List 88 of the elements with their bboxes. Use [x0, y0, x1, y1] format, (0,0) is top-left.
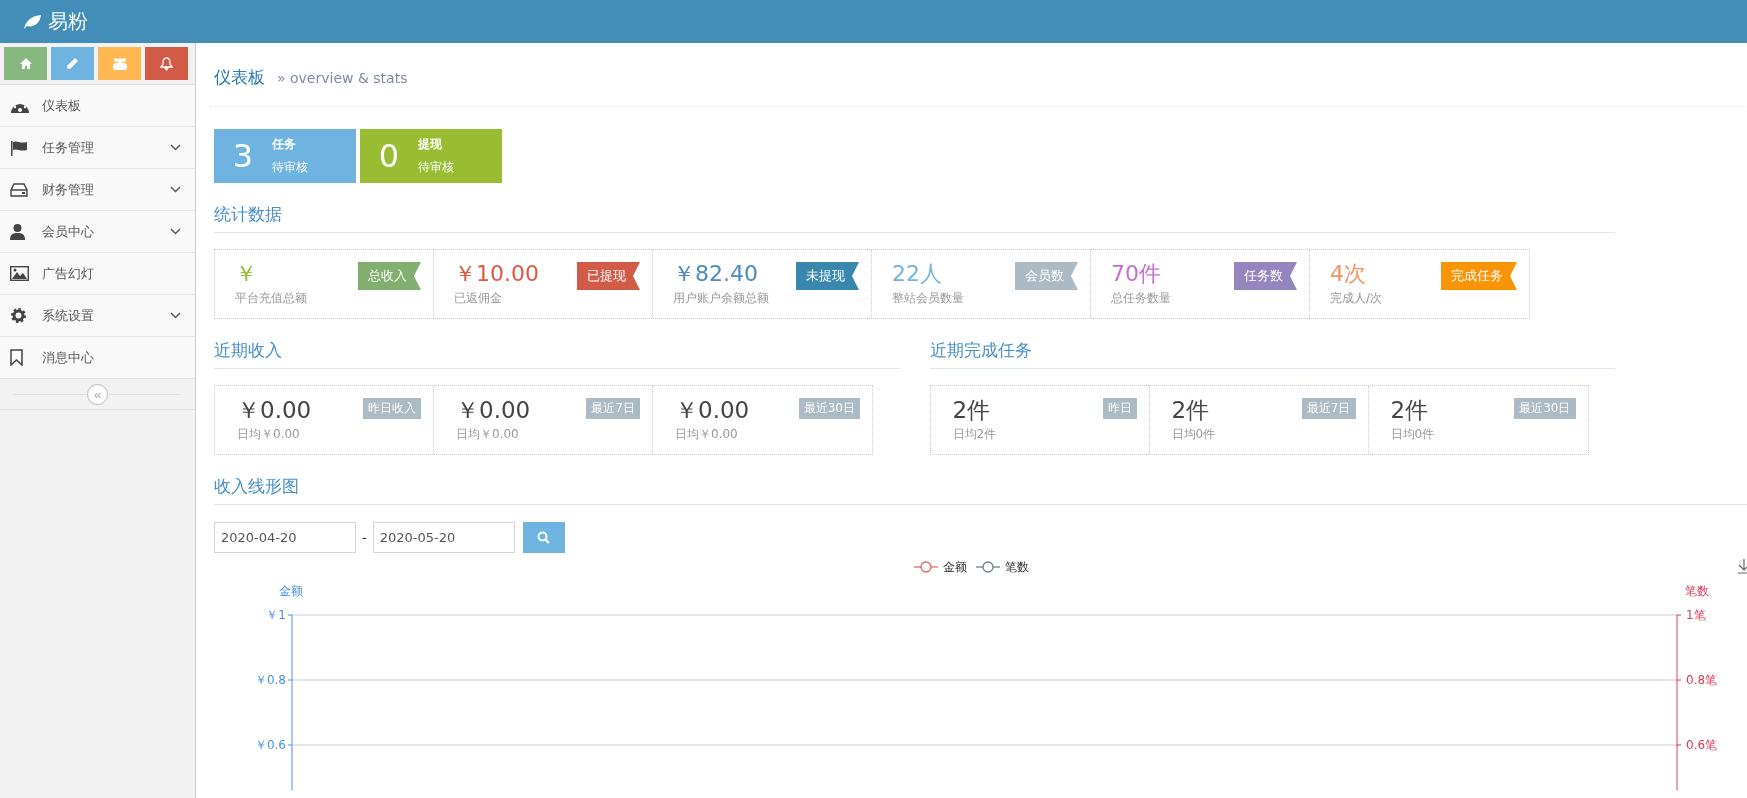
leaf-icon: [22, 13, 42, 30]
legend-label: 笔数: [1005, 560, 1029, 574]
tick-label: ￥0.6: [254, 738, 286, 752]
summary-caption: 日均2件: [952, 426, 997, 443]
summary-value: ￥0.00: [675, 396, 750, 424]
bell-icon: [160, 56, 173, 71]
period-tag: 昨日: [1102, 398, 1137, 419]
stat-caption: 完成人/次: [1330, 290, 1383, 307]
period-tag: 最近30日: [1514, 398, 1576, 419]
section-heading: 近期收入: [214, 319, 900, 369]
summary-value: ￥0.00: [237, 396, 312, 424]
pending-count: 0: [377, 137, 401, 175]
section-heading: 收入线形图: [214, 455, 1747, 505]
app-name[interactable]: 易粉: [48, 8, 88, 35]
period-tag: 最近7日: [1301, 398, 1356, 419]
end-date-field[interactable]: 2020-05-20: [372, 522, 515, 553]
settings-icon: [10, 307, 27, 324]
stat-tag: 未提现: [796, 262, 859, 290]
user-icon: [10, 223, 25, 240]
tick-label: ￥0.8: [254, 673, 286, 687]
stat-value: 70件: [1111, 260, 1162, 288]
period-tag: 昨日收入: [363, 398, 421, 419]
sidebar-item[interactable]: 仪表板: [0, 85, 195, 127]
sidebar-item[interactable]: 财务管理: [0, 169, 195, 211]
axis-title: 金额: [279, 584, 303, 598]
legend-item[interactable]: 金额: [913, 560, 967, 574]
stat-value: 4次: [1330, 260, 1367, 288]
drive-icon: [10, 182, 28, 197]
pending-status: 待审核: [418, 159, 454, 176]
stat-caption: 整站会员数量: [892, 290, 964, 307]
pending-status: 待审核: [272, 159, 308, 176]
search-icon: [537, 531, 551, 544]
sidebar-item[interactable]: 会员中心: [0, 211, 195, 253]
pending-label: 提现: [418, 136, 443, 153]
summary-caption: 日均￥0.00: [456, 426, 520, 443]
tick-label: ￥1: [266, 608, 286, 622]
shortcut-button[interactable]: [51, 47, 94, 80]
stat-caption: 用户账户余额总额: [673, 290, 769, 307]
shortcut-button[interactable]: [98, 47, 141, 80]
start-date-field[interactable]: 2020-04-20: [214, 522, 356, 553]
section-heading: 近期完成任务: [929, 319, 1615, 369]
stat-tag: 已提现: [577, 262, 640, 290]
summary-caption: 日均0件: [1171, 426, 1216, 443]
axis-title: 笔数: [1685, 584, 1709, 598]
page-title: 仪表板: [214, 66, 265, 89]
summary-caption: 日均0件: [1390, 426, 1435, 443]
stat-tag: 会员数: [1015, 262, 1078, 290]
summary-value: 2件: [1390, 396, 1430, 424]
stat-caption: 平台充值总额: [235, 290, 307, 307]
pending-label: 任务: [272, 136, 297, 153]
stat-value: ￥: [235, 260, 258, 288]
pencil-icon: [66, 57, 79, 70]
stat-caption: 总任务数量: [1111, 290, 1171, 307]
home-icon: [19, 58, 32, 69]
sidebar-item[interactable]: 消息中心: [0, 337, 195, 379]
tick-label: 1笔: [1686, 608, 1706, 622]
stat-value: 22人: [892, 260, 943, 288]
tick-label: 0.8笔: [1686, 673, 1718, 687]
download-icon[interactable]: [1737, 558, 1747, 574]
sidebar-item[interactable]: 系统设置: [0, 295, 195, 337]
stat-tag: 总收入: [358, 262, 421, 290]
legend-item[interactable]: 笔数: [975, 560, 1029, 574]
stat-tag: 任务数: [1234, 262, 1297, 290]
summary-value: 2件: [952, 396, 992, 424]
summary-caption: 日均￥0.00: [675, 426, 739, 443]
period-tag: 最近7日: [586, 398, 640, 419]
sidebar-item[interactable]: 任务管理: [0, 127, 195, 169]
shortcut-button[interactable]: [145, 47, 188, 80]
summary-caption: 日均￥0.00: [237, 426, 301, 443]
stat-tag: 完成任务: [1441, 262, 1517, 290]
summary-value: ￥0.00: [456, 396, 531, 424]
stat-value: ￥10.00: [454, 260, 539, 288]
shortcut-button[interactable]: [4, 47, 47, 80]
stat-value: ￥82.40: [673, 260, 759, 288]
pending-count: 3: [231, 137, 255, 175]
legend-label: 金额: [943, 560, 967, 574]
bookmark-icon: [10, 349, 23, 366]
stat-caption: 已返佣金: [454, 290, 503, 307]
image-icon: [10, 266, 29, 281]
search-button[interactable]: [522, 522, 565, 553]
section-heading: 统计数据: [214, 183, 1615, 233]
tick-label: 0.6笔: [1686, 738, 1718, 752]
page-subtitle: » overview & stats: [277, 69, 408, 86]
sidebar-item[interactable]: 广告幻灯: [0, 253, 195, 295]
flag-icon: [10, 139, 28, 156]
summary-value: 2件: [1171, 396, 1211, 424]
period-tag: 最近30日: [798, 398, 860, 419]
date-separator: -: [362, 530, 367, 545]
